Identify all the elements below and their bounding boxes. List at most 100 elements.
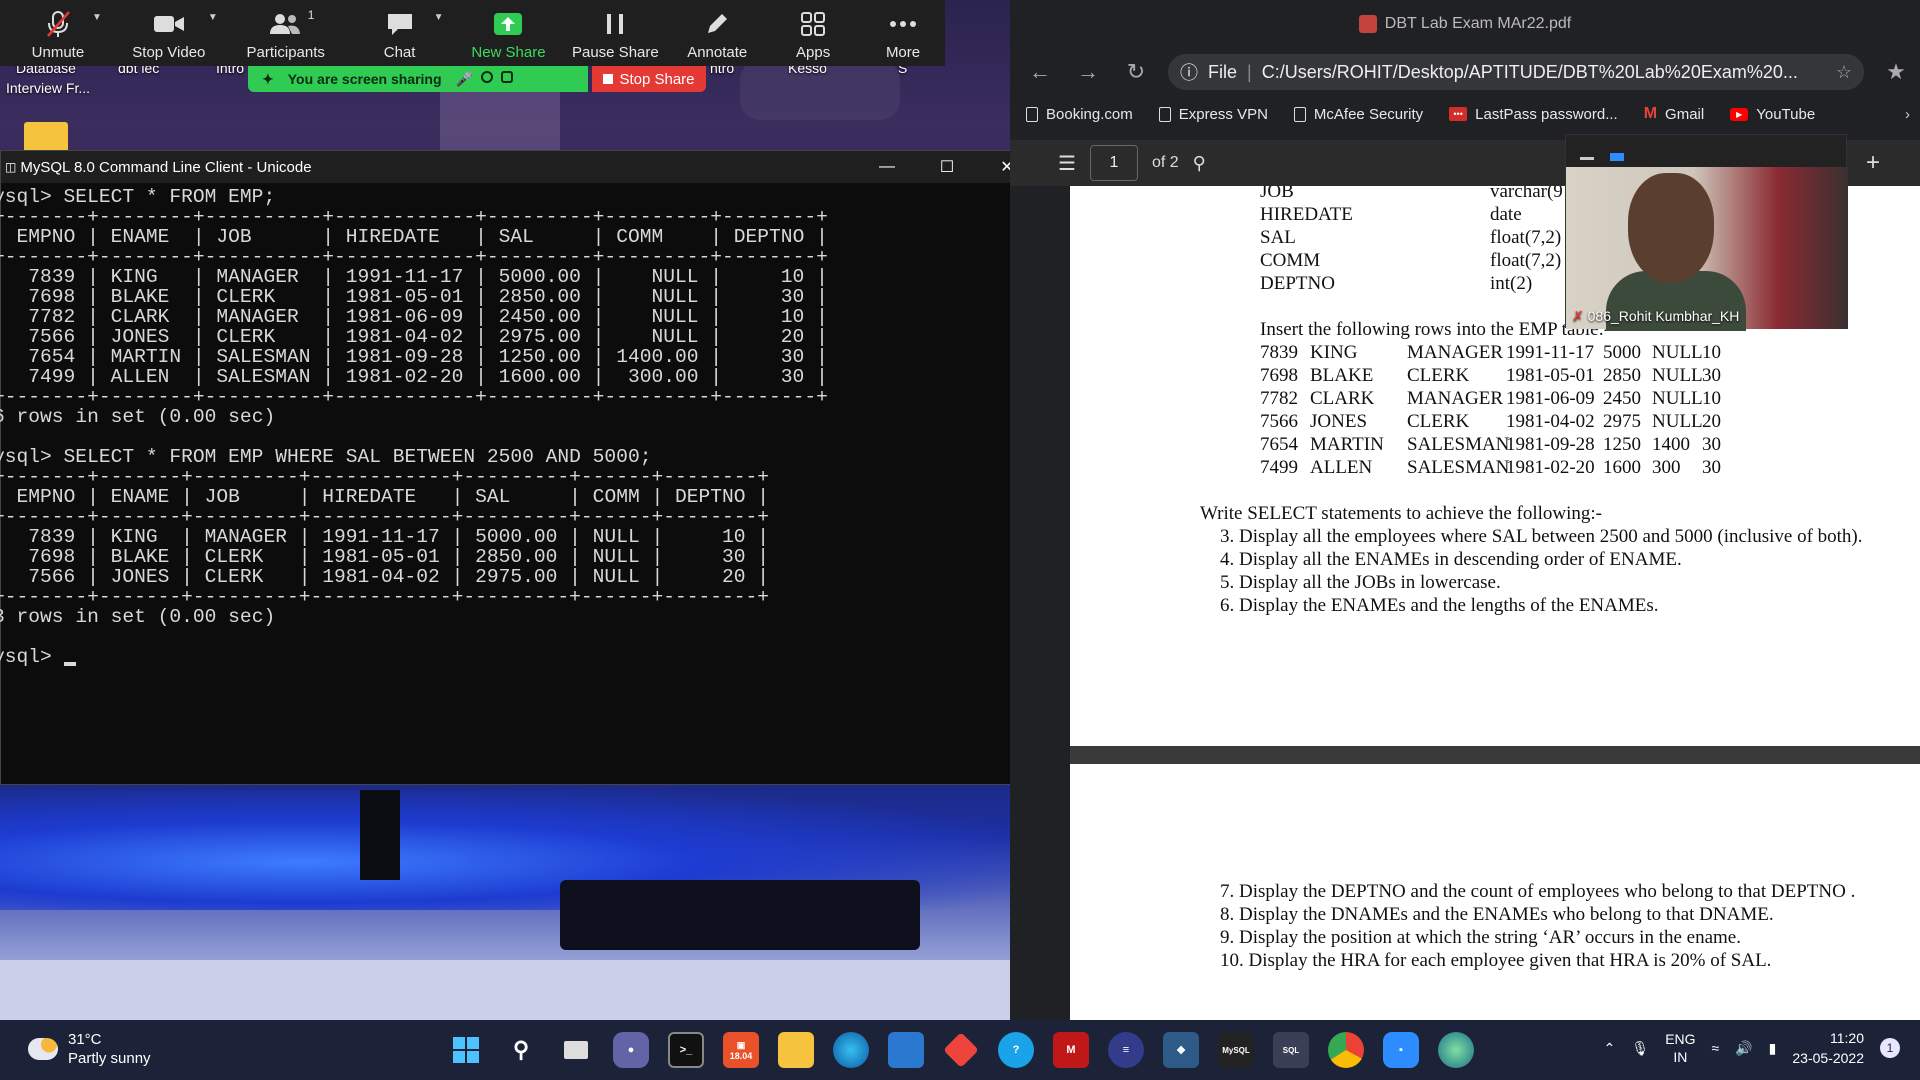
back-arrow-icon[interactable]: ← [1024,56,1056,88]
language-indicator[interactable]: ENG IN [1665,1030,1695,1066]
annotate-button[interactable]: Annotate [669,0,765,66]
pause-share-button[interactable]: Pause Share [561,0,669,66]
chevron-up-icon[interactable]: ⌃ [1604,1040,1616,1057]
page-number-input[interactable]: 1 [1089,145,1138,181]
vpn-icon[interactable]: ≡ [1108,1032,1144,1068]
sql-shell-icon[interactable]: SQL [1273,1032,1309,1068]
pdf-row-cell: 2450 [1603,388,1641,409]
bookmark-booking[interactable]: Booking.com [1026,106,1133,123]
pdf-row-cell: 20 [1702,411,1721,432]
participants-icon [269,10,303,38]
task-view-icon[interactable] [558,1032,594,1068]
webcam-person-head [1628,173,1714,283]
pdf-row-cell: 2975 [1603,411,1641,432]
view-toggle-icon[interactable] [1610,153,1624,161]
clock[interactable]: 11:20 23-05-2022 [1792,1028,1864,1068]
mysql-workbench-icon[interactable]: ❖ [1163,1032,1199,1068]
pdf-field-type: varchar(9 [1490,186,1563,202]
more-button[interactable]: More [861,0,945,66]
weather-condition: Partly sunny [68,1050,151,1067]
pdf-field-name: JOB [1260,186,1294,202]
apps-button[interactable]: Apps [765,0,861,66]
table1-border-top: -------+--------+----------+------------… [4,206,828,228]
battery-icon[interactable]: ▮ [1769,1040,1777,1057]
store-icon[interactable] [888,1032,924,1068]
pdf-task-item: 5. Display all the JOBs in lowercase. [1220,572,1501,593]
pdf-task-item: 6. Display the ENAMEs and the lengths of… [1220,595,1659,616]
chat-button[interactable]: ▼ Chat [344,0,456,66]
chevron-down-icon[interactable]: ▼ [434,12,444,23]
table1-border-mid: -------+--------+----------+------------… [4,246,828,268]
browser-title-bar[interactable]: DBT Lab Exam MAr22.pdf [1010,0,1920,48]
calendar-icon[interactable]: ▣ 18.04 [723,1032,759,1068]
webcam-video: ✗ 086_Rohit Kumbhar_KH [1566,167,1848,331]
record-icon [480,70,493,83]
pdf-row-cell: CLERK [1407,411,1470,432]
pdf-row-cell: ALLEN [1310,457,1373,478]
favorites-icon[interactable]: ★ [1880,56,1912,88]
help-icon[interactable]: ? [998,1032,1034,1068]
refresh-icon[interactable]: ↻ [1120,56,1152,88]
edge-icon[interactable] [833,1032,869,1068]
unmute-button[interactable]: ▼ Unmute [6,0,110,66]
zoom-icon[interactable]: ▪ [1383,1032,1419,1068]
pdf-field-type: float(7,2) [1490,227,1562,248]
clock-time: 11:20 [1830,1030,1864,1046]
file-explorer-icon[interactable] [778,1032,814,1068]
bookmark-mcafee[interactable]: McAfee Security [1293,106,1423,123]
participants-button[interactable]: 1 Participants [228,0,344,66]
zoom-in-icon[interactable]: + [1866,149,1880,177]
chevron-down-icon[interactable]: ▼ [92,12,102,23]
bookmark-gmail[interactable]: M Gmail [1644,105,1705,123]
pdf-row-cell: 300 [1652,457,1681,478]
stop-video-button[interactable]: ▼ Stop Video [110,0,228,66]
bookmark-express-vpn[interactable]: Express VPN [1158,106,1268,123]
stop-share-button[interactable]: Stop Share [592,66,706,92]
chevron-down-icon[interactable]: ▼ [208,12,218,23]
weather-widget[interactable]: 31°C Partly sunny [28,1030,151,1068]
webcam-header[interactable] [1566,135,1846,167]
new-share-button[interactable]: New Share [456,0,562,66]
windows-start-icon[interactable] [448,1032,484,1068]
minimize-icon[interactable] [1580,157,1594,160]
console-title: MySQL 8.0 Command Line Client - Unicode [20,158,312,176]
table-row: 7654 | MARTIN | SALESMAN | 1981-09-28 | … [28,346,828,368]
screen-sharing-banner[interactable]: ✦ You are screen sharing 🎤 [248,66,588,92]
pdf-row-cell: 1600 [1603,457,1641,478]
anydesk-icon[interactable] [943,1032,979,1068]
microphone-icon[interactable]: 🎙 [1631,1040,1649,1057]
mysql-console-window[interactable]: ◫ MySQL 8.0 Command Line Client - Unicod… [0,150,1038,785]
mysql-console-icon[interactable]: MySQL [1218,1032,1254,1068]
pdf-row-cell: 7698 [1260,365,1298,386]
folder-icon[interactable] [24,122,68,152]
bookmark-label: Gmail [1665,105,1705,123]
volume-icon[interactable]: 🔊 [1735,1040,1752,1057]
apps-label: Apps [796,44,831,61]
bookmark-lastpass[interactable]: ••• LastPass password... [1449,106,1618,123]
edge-dev-icon[interactable] [1438,1032,1474,1068]
teams-chat-icon[interactable]: ● [613,1032,649,1068]
region-code: IN [1673,1049,1688,1065]
maximize-button[interactable]: ☐ [917,151,977,183]
forward-arrow-icon[interactable]: → [1072,56,1104,88]
bookmark-youtube[interactable]: ▶ YouTube [1730,106,1815,123]
desktop-icon-interview[interactable]: Interview Fr... [6,80,90,97]
minimize-button[interactable]: — [857,151,917,183]
chevron-right-icon[interactable]: › [1905,106,1910,123]
address-bar[interactable]: ⓘ File | C:/Users/ROHIT/Desktop/APTITUDE… [1168,54,1864,90]
terminal-icon[interactable]: >_ [668,1032,704,1068]
navigation-bar: ← → ↻ ⓘ File | C:/Users/ROHIT/Desktop/AP… [1010,48,1920,96]
search-icon[interactable]: ⚲ [1193,153,1206,174]
notification-badge[interactable]: 1 [1880,1038,1900,1058]
search-icon[interactable]: ⚲ [503,1032,539,1068]
wallpaper-desk [0,960,1010,1020]
console-titlebar[interactable]: ◫ MySQL 8.0 Command Line Client - Unicod… [1,151,1037,183]
table2-border-top: -------+-------+---------+------------+-… [4,466,770,488]
contents-list-icon[interactable]: ☰ [1058,151,1076,176]
webcam-self-view[interactable]: ✗ 086_Rohit Kumbhar_KH [1565,134,1848,331]
chrome-icon[interactable] [1328,1032,1364,1068]
add-favorite-icon[interactable]: ☆ [1836,62,1852,83]
console-output[interactable]: ysql> SELECT * FROM EMP; +-------+------… [0,183,1037,667]
wifi-icon[interactable]: ≈ [1712,1040,1720,1056]
mcafee-icon[interactable]: M [1053,1032,1089,1068]
